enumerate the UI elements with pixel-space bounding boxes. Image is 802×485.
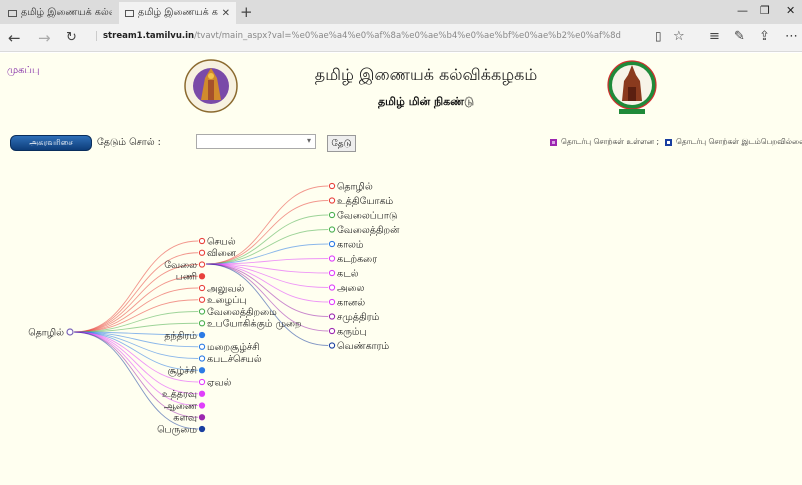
tree-node[interactable] — [198, 355, 206, 362]
tree-node[interactable] — [198, 402, 206, 409]
tree-node[interactable] — [198, 261, 206, 268]
tree-node[interactable] — [198, 273, 206, 280]
reading-view-icon[interactable]: ▯ — [655, 29, 662, 43]
share-icon[interactable]: ⇪ — [759, 29, 770, 44]
tree-node[interactable] — [328, 284, 336, 291]
tree-node[interactable] — [198, 367, 206, 374]
tree-node-label[interactable]: பணி — [176, 272, 197, 283]
tree-node[interactable] — [198, 296, 206, 303]
window-close-icon[interactable]: ✕ — [786, 4, 795, 17]
close-tab-icon[interactable]: ✕ — [222, 8, 230, 19]
tree-node[interactable] — [198, 320, 206, 327]
tree-node[interactable] — [328, 226, 336, 233]
tree-node-label[interactable]: உத்தரவு — [162, 389, 197, 400]
tree-node[interactable] — [198, 284, 206, 292]
tree-node-label[interactable]: வேலைத்திறன் — [337, 225, 400, 236]
tree-node-label[interactable]: உபயோகிக்கும் முறை — [207, 319, 302, 331]
more-icon[interactable]: ⋯ — [785, 29, 798, 44]
address-bar: ← → ↻ stream1.tamilvu.in/tvavt/main_aspx… — [0, 24, 802, 52]
url-field[interactable]: stream1.tamilvu.in/tvavt/main_aspx?val=%… — [96, 31, 636, 41]
tree-node[interactable] — [198, 308, 206, 315]
minimize-icon[interactable]: — — [737, 4, 748, 17]
tree-link — [73, 240, 199, 333]
page-content: முகப்பு தமிழ் இணையக் கல்விக்கழகம் தமிழ் … — [0, 53, 802, 485]
tree-node-label[interactable]: தொழில் — [337, 181, 373, 192]
page-icon — [8, 9, 17, 17]
hub-icon[interactable]: ≡ — [709, 29, 720, 44]
tree-node[interactable] — [198, 331, 206, 339]
tree-node[interactable] — [198, 414, 206, 421]
tree-root-label[interactable]: தொழில் — [28, 328, 64, 339]
page-icon — [125, 9, 134, 17]
tree-node[interactable] — [198, 249, 206, 256]
tree-node[interactable] — [198, 343, 206, 350]
tree-node[interactable] — [328, 240, 336, 248]
browser-tab-bar: தமிழ் இணையக் கல்வ தமிழ் இணையக் கல ✕ + — … — [0, 0, 802, 24]
tree-node-label[interactable]: கானல் — [337, 297, 365, 308]
tab-title: தமிழ் இணையக் கல — [138, 7, 218, 18]
restore-icon[interactable]: ❐ — [760, 4, 770, 17]
tree-link — [73, 287, 199, 333]
tree-node[interactable] — [328, 182, 336, 190]
tree-node[interactable] — [198, 378, 206, 386]
tree-node-label[interactable]: கபடச்செயல் — [207, 354, 262, 365]
tree-node-label[interactable]: சமுத்திரம் — [337, 312, 380, 323]
tree-node[interactable] — [198, 425, 206, 433]
tree-node[interactable] — [198, 237, 206, 245]
tree-node-label[interactable]: ஆணை — [164, 401, 198, 412]
word-tree: தொழில்செயல்வினைவேலைபணிஅலுவல்உழைப்புவேலைத… — [28, 181, 400, 435]
tree-node-label[interactable]: கடற்கரை — [337, 254, 378, 265]
favorite-star-icon[interactable]: ☆ — [673, 29, 685, 44]
tree-node[interactable] — [328, 255, 336, 262]
new-tab-icon[interactable]: + — [240, 3, 253, 21]
tree-node-label[interactable]: அலை — [337, 283, 365, 294]
tree-node-label[interactable]: கரும்பு — [337, 326, 367, 337]
tree-node-label[interactable]: வேலைப்பாடு — [337, 210, 398, 221]
tree-node[interactable] — [328, 327, 336, 335]
tree-node-label[interactable]: வேலைத்திறமை — [207, 307, 277, 318]
tree-node[interactable] — [328, 211, 336, 219]
tree-node[interactable] — [328, 197, 336, 204]
tree-nodes: தொழில்செயல்வினைவேலைபணிஅலுவல்உழைப்புவேலைத… — [28, 181, 400, 435]
tree-node-label[interactable]: காலம் — [337, 239, 364, 250]
tree-node[interactable] — [328, 313, 336, 320]
web-note-icon[interactable]: ✎ — [734, 29, 745, 44]
url-host: stream1.tamilvu.in — [103, 31, 195, 41]
tree-node-label[interactable]: வினை — [207, 248, 237, 259]
forward-icon[interactable]: → — [38, 29, 51, 47]
browser-tab[interactable]: தமிழ் இணையக் கல்வ — [2, 2, 118, 24]
tree-node-label[interactable]: சூழ்ச்சி — [168, 366, 197, 377]
tree-node-label[interactable]: செயல் — [207, 236, 236, 247]
tree-node-label[interactable]: மறைசூழ்ச்சி — [207, 342, 260, 353]
tree-node-label[interactable]: அலுவல் — [207, 283, 244, 294]
tree-node-label[interactable]: பெருமை — [157, 424, 197, 435]
tree-node-label[interactable]: உழைப்பு — [207, 295, 246, 306]
tree-node[interactable] — [328, 342, 336, 349]
tree-node[interactable] — [198, 390, 206, 397]
browser-tab-active[interactable]: தமிழ் இணையக் கல ✕ — [119, 2, 236, 24]
url-path: /tvavt/main_aspx?val=%e0%ae%a4%e0%af%8a%… — [194, 31, 621, 41]
tree-node-label[interactable]: வேலை — [164, 260, 197, 271]
tree-node-label[interactable]: உத்தியோகம் — [337, 196, 394, 207]
tree-node-label[interactable]: தந்திரம் — [164, 330, 197, 341]
tree-node-label[interactable]: வெண்காரம் — [337, 341, 390, 352]
tree-node-label[interactable]: களவு — [173, 413, 197, 424]
tree-node[interactable] — [328, 298, 336, 306]
tree-node[interactable] — [328, 269, 336, 277]
refresh-icon[interactable]: ↻ — [66, 30, 77, 45]
tree-root-node[interactable] — [66, 328, 74, 336]
tree-node-label[interactable]: கடல் — [337, 268, 359, 279]
tree-node-label[interactable]: ஏவல் — [207, 377, 231, 388]
tab-title: தமிழ் இணையக் கல்வ — [21, 7, 112, 18]
back-icon[interactable]: ← — [8, 29, 21, 47]
